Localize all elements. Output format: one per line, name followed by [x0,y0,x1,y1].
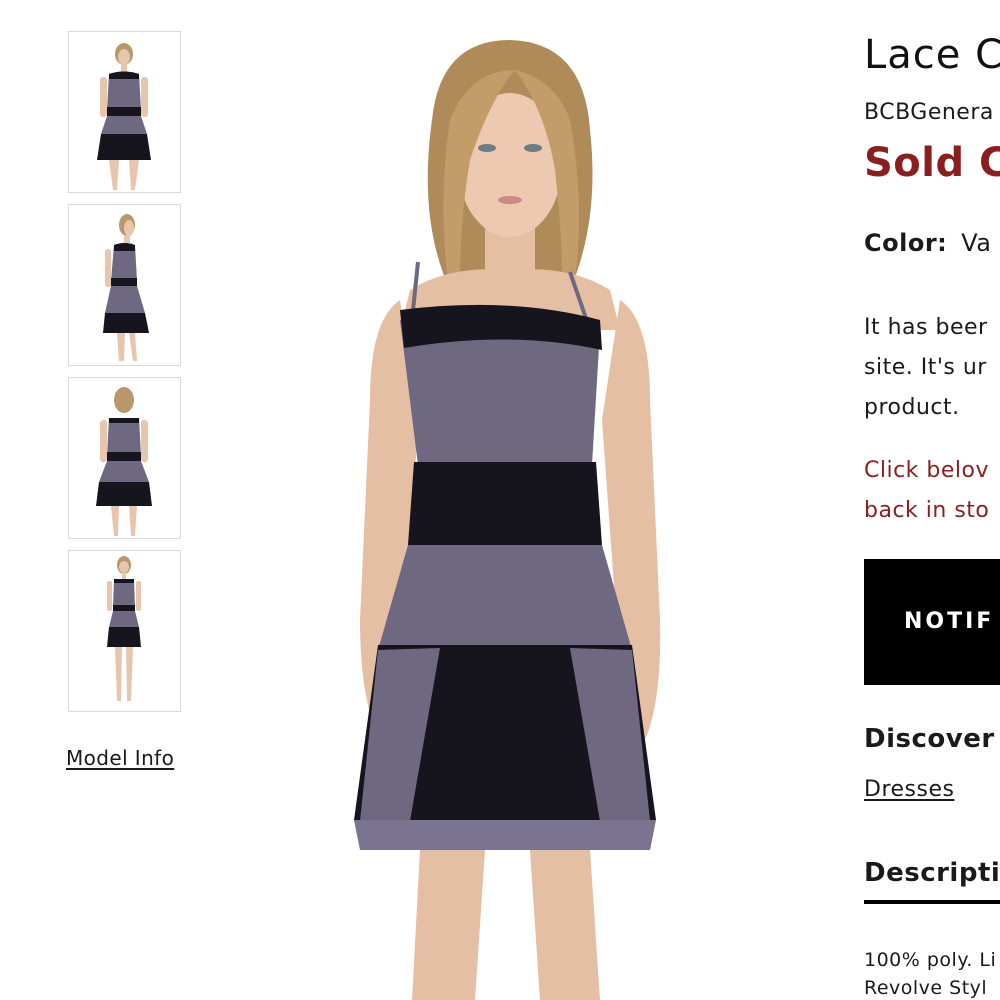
unavailable-line: site. It's ur [864,355,987,380]
thumbnail-front[interactable] [68,31,181,193]
description-line: 100% poly. Li [864,949,997,971]
product-info-panel: Lace C BCBGenera Sold C Color: Va It has … [864,0,1000,1000]
discover-heading: Discover [864,724,995,754]
thumbnail-full-length[interactable] [68,550,181,712]
product-page: Model Info Lace C BCBGenera Sold C Color… [0,0,1000,1000]
description-body: 100% poly. Li Revolve Styl [864,946,996,1000]
sold-out-status: Sold C [864,140,1000,186]
product-title: Lace C [864,32,1000,78]
unavailable-line: It has beer [864,315,988,340]
unavailable-line: product. [864,395,960,420]
model-dress-illustration [300,0,720,1000]
color-row: Color: Va [864,229,992,257]
thumbnail-back[interactable] [68,377,181,539]
notify-me-button[interactable]: NOTIF [864,559,1000,685]
color-label: Color: [864,229,948,257]
thumbnail-front-image [69,32,180,192]
thumbnail-side[interactable] [68,204,181,366]
unavailable-message: It has beer site. It's ur product. [864,308,988,428]
model-info-link[interactable]: Model Info [66,746,174,770]
color-value: Va [961,229,992,257]
thumbnail-gallery [68,31,181,723]
description-line: Revolve Styl [864,977,988,999]
thumbnail-back-image [69,378,180,538]
tab-description-underline [864,900,1000,904]
thumbnail-full-length-image [69,551,180,711]
thumbnail-side-image [69,205,180,365]
notify-line: back in sto [864,498,990,523]
category-link-dresses[interactable]: Dresses [864,777,954,802]
product-brand[interactable]: BCBGenera [864,100,994,125]
main-product-image [300,0,720,1000]
tab-description[interactable]: Descripti [864,858,1000,888]
notify-line: Click belov [864,458,990,483]
notify-message: Click belov back in sto [864,451,989,531]
